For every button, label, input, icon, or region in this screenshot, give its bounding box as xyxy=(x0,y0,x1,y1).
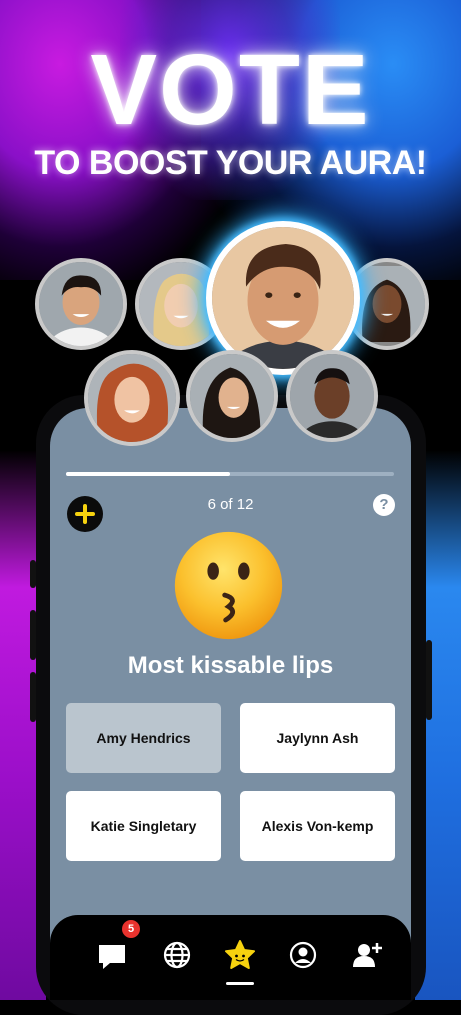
help-button[interactable]: ? xyxy=(373,494,395,516)
message-icon xyxy=(99,945,125,969)
tab-messages[interactable] xyxy=(92,935,132,975)
promo-subheadline: TO BOOST YOUR AURA! xyxy=(34,144,427,182)
globe-icon xyxy=(163,941,191,969)
unread-badge: 5 xyxy=(122,920,140,938)
phone-volume-up xyxy=(30,610,36,660)
avatar-darkhair-woman[interactable] xyxy=(186,350,278,442)
question-counter: 6 of 12 xyxy=(207,496,254,513)
promo-headline: VOTE xyxy=(90,34,371,146)
tab-profile[interactable] xyxy=(283,935,323,975)
kissing-face-icon xyxy=(171,528,286,643)
phone-power-button xyxy=(426,640,432,720)
profile-icon xyxy=(289,941,317,969)
phone-volume-down xyxy=(30,672,36,722)
phone-side-button xyxy=(30,560,36,588)
progress-bar xyxy=(66,472,394,476)
progress-fill xyxy=(66,472,230,476)
tab-vote[interactable] xyxy=(220,935,260,975)
option-button[interactable]: Jaylynn Ash xyxy=(240,703,395,773)
active-tab-indicator xyxy=(226,982,254,985)
tab-explore[interactable] xyxy=(157,935,197,975)
add-friend-icon xyxy=(353,943,382,967)
question-text: Most kissable lips xyxy=(127,652,334,679)
star-icon xyxy=(225,940,255,969)
app-screen: 6 of 12 ? Most kissable lips Amy Hendric… xyxy=(50,408,411,1000)
option-button[interactable]: Katie Singletary xyxy=(66,791,221,861)
tab-add-friend[interactable] xyxy=(347,935,387,975)
option-button[interactable]: Amy Hendrics xyxy=(66,703,221,773)
avatar-young-man[interactable] xyxy=(286,350,378,442)
avatar-redhead-woman[interactable] xyxy=(84,350,180,446)
option-button[interactable]: Alexis Von-kemp xyxy=(240,791,395,861)
bottom-tab-bar xyxy=(50,915,411,1000)
avatar-asian-man[interactable] xyxy=(35,258,127,350)
